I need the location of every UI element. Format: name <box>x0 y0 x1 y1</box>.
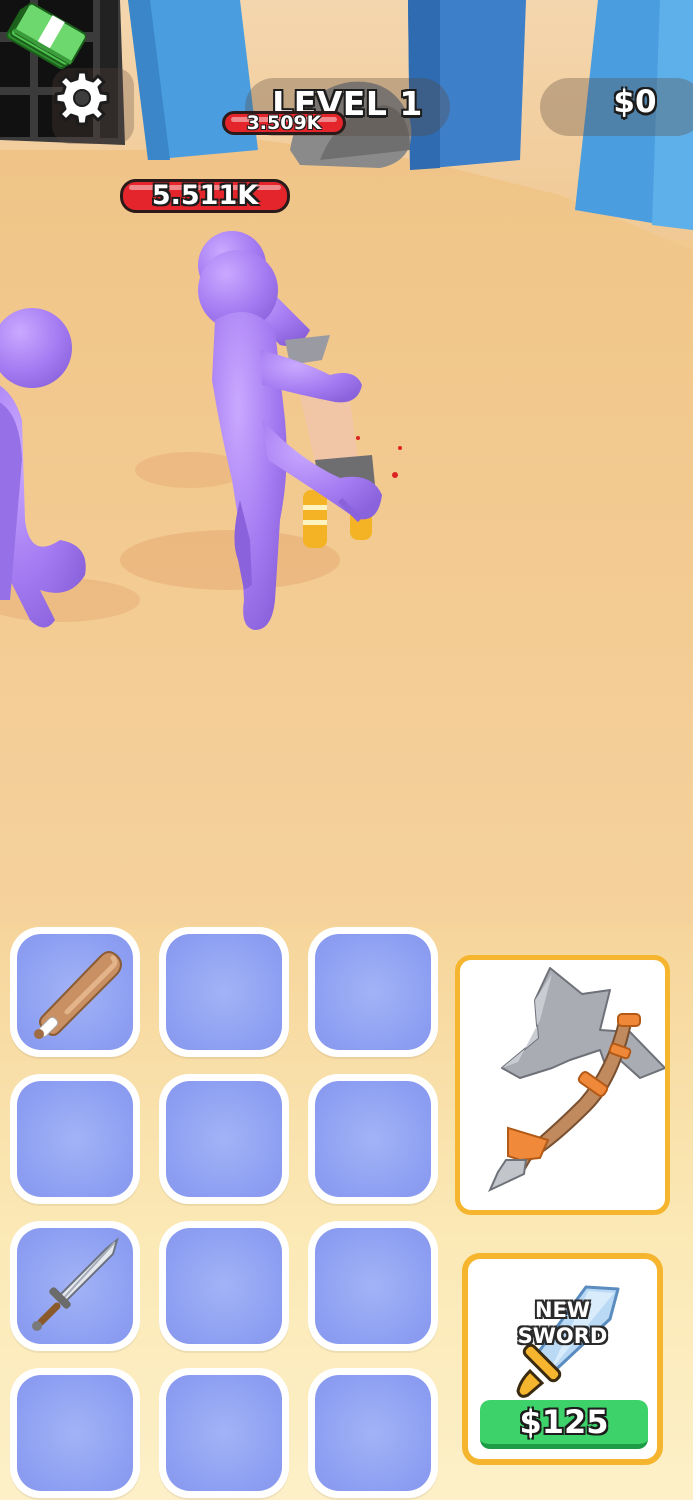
slot-background <box>315 1228 431 1344</box>
buy-price-button[interactable]: $125 <box>480 1400 648 1449</box>
inventory-slot[interactable] <box>308 1074 438 1204</box>
slot-background <box>17 1228 133 1344</box>
inventory-slot[interactable] <box>159 927 289 1057</box>
inventory-slot[interactable] <box>159 1074 289 1204</box>
weapon-preview-card <box>455 955 670 1215</box>
inventory-slot[interactable] <box>308 1368 438 1498</box>
slot-background <box>166 1081 282 1197</box>
inventory-slot[interactable] <box>159 1221 289 1351</box>
inventory-slot[interactable] <box>10 1368 140 1498</box>
enemy-health-value: 5.511K <box>151 180 259 211</box>
slot-background <box>166 1228 282 1344</box>
enemy-health-bar: 5.511K <box>120 179 290 213</box>
slot-background <box>166 934 282 1050</box>
enemy-health-value: 3.509K <box>246 112 322 134</box>
slot-background <box>166 1375 282 1491</box>
new-sword-title-line2: SWORD <box>517 1324 608 1348</box>
inventory-slot[interactable] <box>308 927 438 1057</box>
slot-background <box>315 1375 431 1491</box>
inventory-slot[interactable] <box>308 1221 438 1351</box>
new-sword-title: NEW SWORD <box>468 1297 657 1349</box>
inventory-slot[interactable] <box>10 927 140 1057</box>
baseball-bat-icon <box>34 951 122 1039</box>
cash-stack-icon <box>6 2 86 70</box>
sword-icon <box>32 1237 119 1331</box>
buy-new-sword-card[interactable]: NEW SWORD $125 <box>462 1253 663 1465</box>
game-scene: LEVEL 1 $0 3.509K 5.511K <box>0 0 693 925</box>
slot-background <box>17 1081 133 1197</box>
slot-background <box>315 1081 431 1197</box>
inventory-slot[interactable] <box>10 1221 140 1351</box>
slot-background <box>17 1375 133 1491</box>
new-sword-title-line1: NEW <box>534 1298 591 1322</box>
cash-value: $0 <box>613 84 657 120</box>
stone-axe-icon <box>487 967 665 1193</box>
inventory-slot[interactable] <box>10 1074 140 1204</box>
slot-background <box>17 934 133 1050</box>
slot-background <box>315 934 431 1050</box>
inventory-slot[interactable] <box>159 1368 289 1498</box>
enemy-health-bar: 3.509K <box>222 111 346 135</box>
